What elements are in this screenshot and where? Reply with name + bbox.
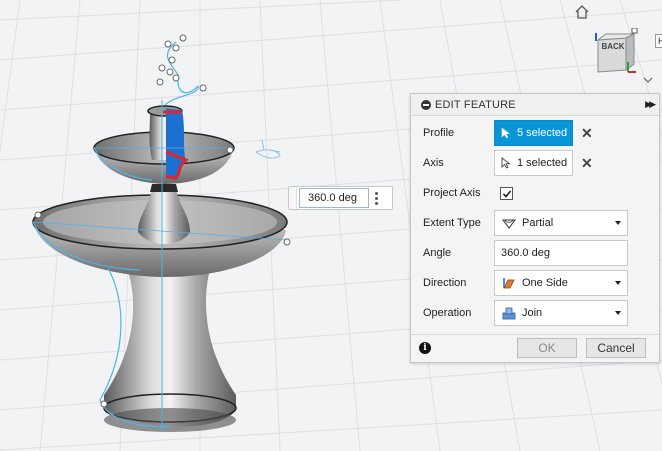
project-axis-row: Project Axis bbox=[411, 180, 659, 206]
more-options-icon[interactable] bbox=[375, 191, 378, 205]
panel-header[interactable]: EDIT FEATURE ▶▶ bbox=[411, 94, 659, 116]
operation-dropdown[interactable]: Join bbox=[494, 300, 628, 326]
angle-value-field[interactable]: 360.0 deg bbox=[299, 188, 369, 208]
one-side-icon bbox=[501, 275, 517, 291]
edit-feature-panel: EDIT FEATURE ▶▶ Profile 5 selected ✕ Axi… bbox=[410, 93, 660, 363]
angle-label: Angle bbox=[423, 247, 452, 259]
angle-input[interactable]: 360.0 deg bbox=[494, 240, 628, 266]
axis-selection-count: 1 selected bbox=[517, 157, 568, 169]
axis-row: Axis 1 selected ✕ bbox=[411, 150, 659, 176]
operation-label: Operation bbox=[423, 307, 472, 319]
chevron-down-icon bbox=[615, 311, 621, 315]
ok-button[interactable]: OK bbox=[517, 338, 577, 358]
cursor-icon bbox=[501, 127, 511, 139]
chevron-down-icon bbox=[615, 281, 621, 285]
profile-label: Profile bbox=[423, 127, 455, 139]
operation-row: Operation Join bbox=[411, 300, 659, 326]
extent-type-row: Extent Type Partial bbox=[411, 210, 659, 236]
canvas-angle-input[interactable]: 360.0 deg bbox=[288, 186, 393, 210]
project-axis-checkbox[interactable] bbox=[500, 186, 513, 200]
panel-title: EDIT FEATURE bbox=[435, 98, 516, 111]
direction-dropdown[interactable]: One Side bbox=[494, 270, 628, 296]
view-cube-side-tab[interactable]: H bbox=[655, 34, 662, 48]
operation-value: Join bbox=[522, 307, 543, 319]
view-cube-face-label: BACK bbox=[601, 42, 625, 51]
axis-selector[interactable]: 1 selected bbox=[494, 150, 573, 176]
checkmark-icon bbox=[502, 189, 512, 198]
drag-handle[interactable] bbox=[289, 187, 297, 209]
project-axis-label: Project Axis bbox=[423, 187, 481, 199]
cursor-icon bbox=[501, 157, 511, 169]
partial-icon bbox=[501, 215, 517, 231]
panel-footer: i OK Cancel bbox=[411, 334, 659, 362]
expand-icon[interactable]: ▶▶ bbox=[645, 99, 656, 110]
view-cube[interactable] bbox=[592, 28, 640, 78]
chevron-down-icon bbox=[615, 221, 621, 225]
angle-row: Angle 360.0 deg bbox=[411, 240, 659, 266]
join-icon bbox=[501, 305, 517, 321]
profile-selection-count: 5 selected bbox=[517, 127, 568, 139]
axis-clear-icon[interactable]: ✕ bbox=[581, 155, 593, 172]
profile-clear-icon[interactable]: ✕ bbox=[581, 125, 593, 142]
collapse-icon[interactable] bbox=[421, 99, 431, 110]
extent-type-label: Extent Type bbox=[423, 217, 481, 229]
home-icon[interactable] bbox=[574, 4, 590, 20]
cancel-button[interactable]: Cancel bbox=[586, 338, 646, 358]
direction-row: Direction One Side bbox=[411, 270, 659, 296]
info-icon[interactable]: i bbox=[419, 342, 431, 354]
view-cube-menu-icon[interactable] bbox=[643, 76, 653, 84]
direction-value: One Side bbox=[522, 277, 568, 289]
profile-selector[interactable]: 5 selected bbox=[494, 120, 573, 146]
axis-label: Axis bbox=[423, 157, 444, 169]
profile-row: Profile 5 selected ✕ bbox=[411, 120, 659, 146]
extent-type-value: Partial bbox=[522, 217, 554, 229]
extent-type-dropdown[interactable]: Partial bbox=[494, 210, 628, 236]
direction-label: Direction bbox=[423, 277, 467, 289]
